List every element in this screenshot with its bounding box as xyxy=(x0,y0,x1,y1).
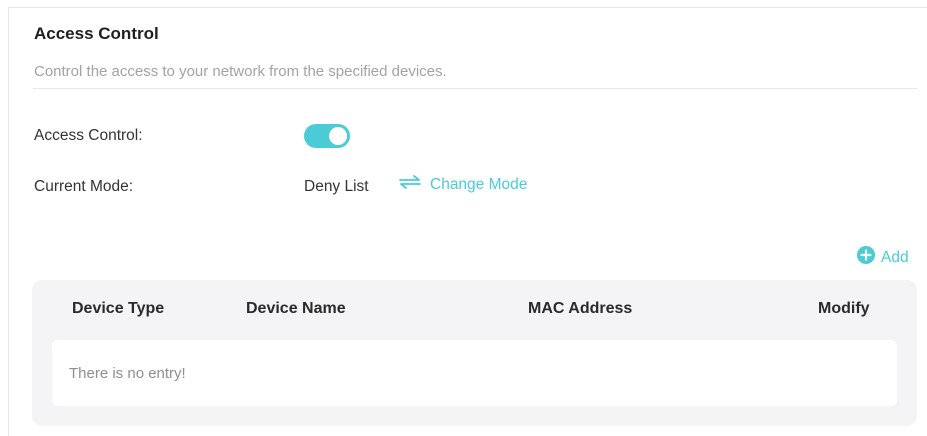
section-subtitle: Control the access to your network from … xyxy=(34,63,447,80)
section-title: Access Control xyxy=(34,24,159,43)
empty-message: There is no entry! xyxy=(69,365,186,382)
change-mode-label: Change Mode xyxy=(430,175,528,193)
section-divider xyxy=(33,88,917,89)
change-mode-button[interactable]: Change Mode xyxy=(399,175,527,194)
column-header-mac-address: MAC Address xyxy=(528,300,633,317)
add-button[interactable]: Add xyxy=(857,246,909,269)
access-control-toggle[interactable] xyxy=(304,124,350,148)
column-header-device-type: Device Type xyxy=(72,300,165,317)
access-control-panel: Access Control Control the access to you… xyxy=(8,7,927,436)
access-control-label: Access Control: xyxy=(34,127,143,144)
column-header-device-name: Device Name xyxy=(246,300,346,317)
plus-circle-icon xyxy=(857,246,875,269)
toggle-knob xyxy=(329,127,347,145)
swap-arrows-icon xyxy=(399,175,421,194)
add-label: Add xyxy=(881,248,909,266)
current-mode-value: Deny List xyxy=(304,178,369,195)
column-header-modify: Modify xyxy=(818,300,870,317)
current-mode-label: Current Mode: xyxy=(34,178,134,195)
device-table: Device Type Device Name MAC Address Modi… xyxy=(32,280,917,426)
table-empty-row: There is no entry! xyxy=(52,340,897,406)
